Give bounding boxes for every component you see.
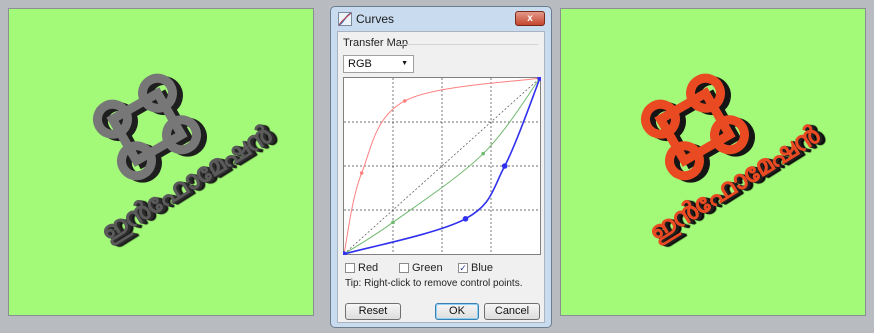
result-image-panel: ഇൻഫോമേഷൻ bbox=[560, 8, 866, 316]
close-icon: x bbox=[527, 13, 533, 24]
red-checkbox-box[interactable] bbox=[345, 263, 355, 273]
green-checkbox-label: Green bbox=[412, 262, 443, 274]
curves-graph[interactable] bbox=[343, 77, 541, 255]
dialog-body: Transfer Map RGB ▼ Red Green ✓ Blue Tip:… bbox=[337, 31, 545, 323]
command-key-icon bbox=[640, 73, 755, 183]
red-control-point[interactable] bbox=[402, 99, 407, 103]
green-control-point[interactable] bbox=[391, 220, 395, 225]
original-image-panel: ഇൻഫോമേഷൻ bbox=[8, 8, 314, 316]
blue-control-point[interactable] bbox=[462, 216, 469, 222]
red-control-point[interactable] bbox=[359, 171, 364, 175]
curves-icon bbox=[338, 12, 352, 26]
cancel-button[interactable]: Cancel bbox=[484, 303, 540, 320]
ok-button[interactable]: OK bbox=[435, 303, 479, 320]
red-checkbox-label: Red bbox=[358, 262, 379, 274]
channel-dropdown-value: RGB bbox=[348, 58, 372, 70]
title-bar[interactable]: Curves x bbox=[331, 7, 551, 31]
dialog-title: Curves bbox=[356, 12, 395, 26]
tip-text: Tip: Right-click to remove control point… bbox=[345, 278, 523, 289]
blue-checkbox-label: Blue bbox=[471, 262, 494, 274]
close-button[interactable]: x bbox=[515, 11, 545, 26]
transfer-map-label: Transfer Map bbox=[343, 37, 409, 49]
curves-dialog: Curves x Transfer Map RGB ▼ Red Green ✓ … bbox=[330, 6, 552, 328]
chevron-down-icon: ▼ bbox=[401, 60, 408, 67]
channel-dropdown[interactable]: RGB ▼ bbox=[343, 55, 414, 73]
green-control-point[interactable] bbox=[481, 151, 485, 156]
command-key-icon bbox=[92, 73, 207, 183]
blue-control-point[interactable] bbox=[501, 163, 508, 169]
green-checkbox-box[interactable] bbox=[399, 263, 409, 273]
reset-button[interactable]: Reset bbox=[345, 303, 401, 320]
blue-checkbox-box[interactable]: ✓ bbox=[458, 263, 468, 273]
group-divider bbox=[400, 44, 538, 45]
